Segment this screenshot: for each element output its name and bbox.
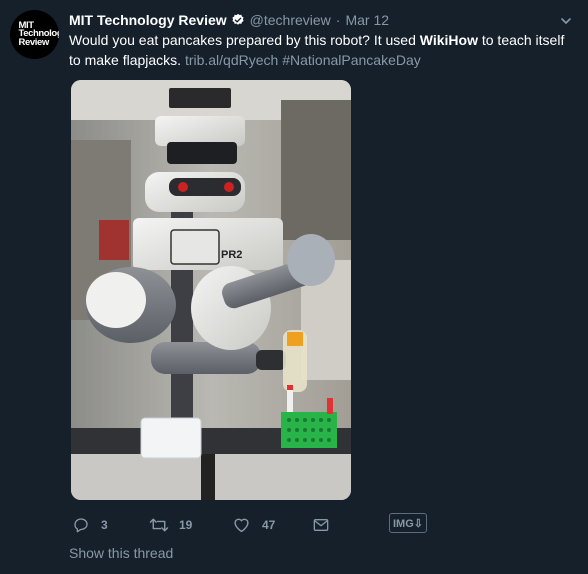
robot-photo: PR2 bbox=[71, 80, 351, 500]
tweet-hashtag[interactable]: #NationalPancakeDay bbox=[282, 52, 421, 68]
retweet-button[interactable]: 19 bbox=[149, 514, 192, 536]
avatar[interactable]: MIT Technology Review bbox=[10, 10, 59, 59]
logo-line: Review bbox=[18, 36, 50, 48]
avatar-logo: MIT Technology Review bbox=[18, 21, 60, 48]
tweet-text: Would you eat pancakes prepared by this … bbox=[69, 30, 574, 70]
tweet[interactable]: MIT Technology Review MIT Technology Rev… bbox=[0, 0, 588, 574]
author-handle[interactable]: @techreview bbox=[250, 12, 331, 28]
show-thread-link[interactable]: Show this thread bbox=[69, 545, 173, 561]
like-count: 47 bbox=[262, 518, 276, 532]
tweet-media-image[interactable]: PR2 bbox=[71, 80, 351, 500]
tweet-link[interactable]: trib.al/qdRyech bbox=[185, 52, 278, 68]
verified-badge-icon bbox=[231, 13, 245, 27]
heart-icon bbox=[233, 517, 250, 533]
direct-message-button[interactable] bbox=[313, 514, 329, 536]
separator-dot: · bbox=[335, 12, 341, 28]
reply-count: 3 bbox=[101, 518, 108, 532]
tweet-date[interactable]: Mar 12 bbox=[345, 12, 389, 28]
tweet-header: MIT Technology Review @techreview · Mar … bbox=[69, 11, 389, 29]
reply-icon bbox=[73, 517, 89, 533]
retweet-icon bbox=[149, 517, 169, 533]
like-button[interactable]: 47 bbox=[233, 514, 275, 536]
image-download-badge[interactable]: IMG⇩ bbox=[389, 513, 427, 533]
reply-button[interactable]: 3 bbox=[73, 514, 108, 536]
author-name[interactable]: MIT Technology Review bbox=[69, 12, 227, 28]
chevron-down-icon[interactable] bbox=[560, 14, 572, 26]
retweet-count: 19 bbox=[179, 518, 193, 532]
tweet-text-part: Would you eat pancakes prepared by this … bbox=[69, 32, 420, 48]
media-label: PR2 bbox=[221, 249, 242, 261]
envelope-icon bbox=[313, 518, 329, 532]
tweet-text-bold: WikiHow bbox=[419, 32, 478, 48]
